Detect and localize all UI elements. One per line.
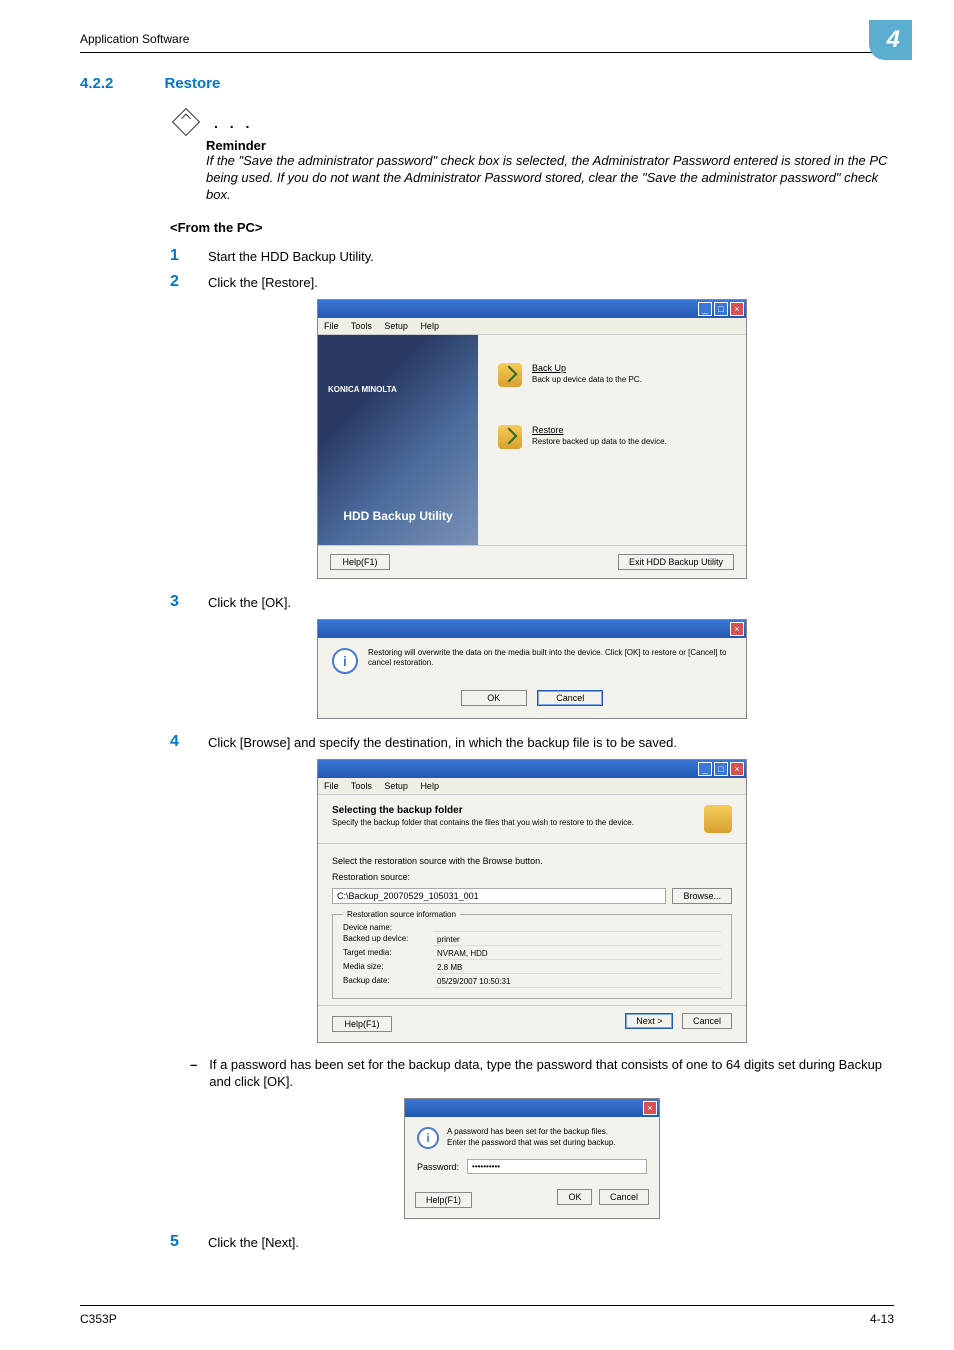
ok-button[interactable]: OK bbox=[557, 1189, 592, 1205]
menubar: File Tools Setup Help bbox=[318, 318, 746, 335]
minimize-button[interactable]: _ bbox=[698, 762, 712, 776]
bullet-dash: – bbox=[190, 1057, 197, 1091]
info-icon: i bbox=[332, 648, 358, 674]
wizard-desc: Specify the backup folder that contains … bbox=[332, 818, 634, 827]
help-button[interactable]: Help(F1) bbox=[330, 554, 390, 570]
reminder-text: If the "Save the administrator password"… bbox=[206, 153, 894, 204]
password-msg-2: Enter the password that was set during b… bbox=[447, 1138, 616, 1148]
minimize-button[interactable]: _ bbox=[698, 302, 712, 316]
restoration-source-input[interactable]: C:\Backup_20070529_105031_001 bbox=[332, 888, 666, 904]
help-button[interactable]: Help(F1) bbox=[332, 1016, 392, 1032]
step-4-number: 4 bbox=[170, 733, 190, 751]
menu-help[interactable]: Help bbox=[420, 781, 439, 791]
brand-panel-title: HDD Backup Utility bbox=[318, 509, 478, 523]
reminder-dots: . . . bbox=[214, 115, 253, 132]
next-button[interactable]: Next > bbox=[625, 1013, 673, 1029]
step-3-number: 3 bbox=[170, 593, 190, 611]
step-5-text: Click the [Next]. bbox=[208, 1233, 894, 1250]
menu-file[interactable]: File bbox=[324, 321, 339, 331]
reminder-label: Reminder bbox=[206, 138, 894, 153]
step-5-number: 5 bbox=[170, 1233, 190, 1251]
titlebar: _ □ × bbox=[318, 760, 746, 778]
browse-button[interactable]: Browse... bbox=[672, 888, 732, 904]
password-msg-1: A password has been set for the backup f… bbox=[447, 1127, 616, 1137]
media-size-label: Media size: bbox=[343, 962, 433, 974]
menu-help[interactable]: Help bbox=[420, 321, 439, 331]
restore-icon bbox=[498, 425, 522, 449]
step-4-sub-text: If a password has been set for the backu… bbox=[209, 1057, 894, 1091]
confirm-message: Restoring will overwrite the data on the… bbox=[368, 648, 732, 669]
close-button[interactable]: × bbox=[730, 762, 744, 776]
device-name-value bbox=[433, 923, 721, 932]
backed-device-label: Backed up device: bbox=[343, 934, 433, 946]
section-title: Restore bbox=[164, 75, 220, 92]
close-button[interactable]: × bbox=[730, 302, 744, 316]
restore-link-title: Restore bbox=[532, 425, 667, 435]
target-media-value: NVRAM, HDD bbox=[433, 948, 721, 960]
menu-file[interactable]: File bbox=[324, 781, 339, 791]
step-1-number: 1 bbox=[170, 247, 190, 265]
help-button[interactable]: Help(F1) bbox=[415, 1192, 472, 1208]
maximize-button[interactable]: □ bbox=[714, 302, 728, 316]
wizard-icon bbox=[704, 805, 732, 833]
menu-tools[interactable]: Tools bbox=[351, 781, 372, 791]
backup-date-label: Backup date: bbox=[343, 976, 433, 988]
info-icon: i bbox=[417, 1127, 439, 1149]
ok-button[interactable]: OK bbox=[461, 690, 527, 706]
wizard-title: Selecting the backup folder bbox=[332, 805, 634, 816]
close-button[interactable]: × bbox=[730, 622, 744, 636]
password-dialog: × i A password has been set for the back… bbox=[404, 1098, 660, 1219]
menubar: File Tools Setup Help bbox=[318, 778, 746, 795]
brand-logo: KONICA MINOLTA bbox=[328, 385, 468, 394]
instruction-text: Select the restoration source with the B… bbox=[332, 856, 732, 866]
hdd-backup-window: _ □ × File Tools Setup Help KONICA MINOL… bbox=[317, 299, 747, 579]
cancel-button[interactable]: Cancel bbox=[682, 1013, 732, 1029]
target-media-label: Target media: bbox=[343, 948, 433, 960]
section-number: 4.2.2 bbox=[80, 75, 160, 92]
restore-link[interactable]: Restore Restore backed up data to the de… bbox=[498, 425, 726, 449]
password-input[interactable] bbox=[467, 1159, 647, 1174]
brand-panel: KONICA MINOLTA HDD Backup Utility bbox=[318, 335, 478, 545]
note-icon bbox=[172, 108, 200, 136]
cancel-button[interactable]: Cancel bbox=[599, 1189, 649, 1205]
backup-date-value: 05/29/2007 10:50:31 bbox=[433, 976, 721, 988]
footer-page-number: 4-13 bbox=[870, 1312, 894, 1326]
titlebar: × bbox=[405, 1099, 659, 1117]
restoration-info-fieldset: Restoration source information Device na… bbox=[332, 914, 732, 999]
step-1-text: Start the HDD Backup Utility. bbox=[208, 247, 894, 264]
step-3-text: Click the [OK]. bbox=[208, 593, 894, 610]
titlebar: _ □ × bbox=[318, 300, 746, 318]
step-2-number: 2 bbox=[170, 273, 190, 291]
maximize-button[interactable]: □ bbox=[714, 762, 728, 776]
page-header-title: Application Software bbox=[80, 32, 189, 46]
backup-link[interactable]: Back Up Back up device data to the PC. bbox=[498, 363, 726, 387]
backed-device-value: printer bbox=[433, 934, 721, 946]
footer-model: C353P bbox=[80, 1312, 117, 1326]
select-backup-folder-window: _ □ × File Tools Setup Help Selecting th… bbox=[317, 759, 747, 1043]
menu-tools[interactable]: Tools bbox=[351, 321, 372, 331]
confirm-restore-dialog: × i Restoring will overwrite the data on… bbox=[317, 619, 747, 719]
exit-button[interactable]: Exit HDD Backup Utility bbox=[618, 554, 734, 570]
backup-link-title: Back Up bbox=[532, 363, 642, 373]
step-2-text: Click the [Restore]. bbox=[208, 273, 894, 290]
chapter-number-badge: 4 bbox=[869, 20, 912, 60]
close-button[interactable]: × bbox=[643, 1101, 657, 1115]
password-label: Password: bbox=[417, 1162, 459, 1172]
menu-setup[interactable]: Setup bbox=[384, 781, 408, 791]
menu-setup[interactable]: Setup bbox=[384, 321, 408, 331]
media-size-value: 2.8 MB bbox=[433, 962, 721, 974]
backup-link-desc: Back up device data to the PC. bbox=[532, 375, 642, 384]
step-4-text: Click [Browse] and specify the destinati… bbox=[208, 733, 894, 750]
from-pc-heading: <From the PC> bbox=[170, 220, 894, 235]
fieldset-title: Restoration source information bbox=[343, 910, 460, 919]
titlebar: × bbox=[318, 620, 746, 638]
device-name-label: Device name: bbox=[343, 923, 433, 932]
cancel-button[interactable]: Cancel bbox=[537, 690, 603, 706]
backup-icon bbox=[498, 363, 522, 387]
restoration-source-label: Restoration source: bbox=[332, 872, 732, 882]
restore-link-desc: Restore backed up data to the device. bbox=[532, 437, 667, 446]
